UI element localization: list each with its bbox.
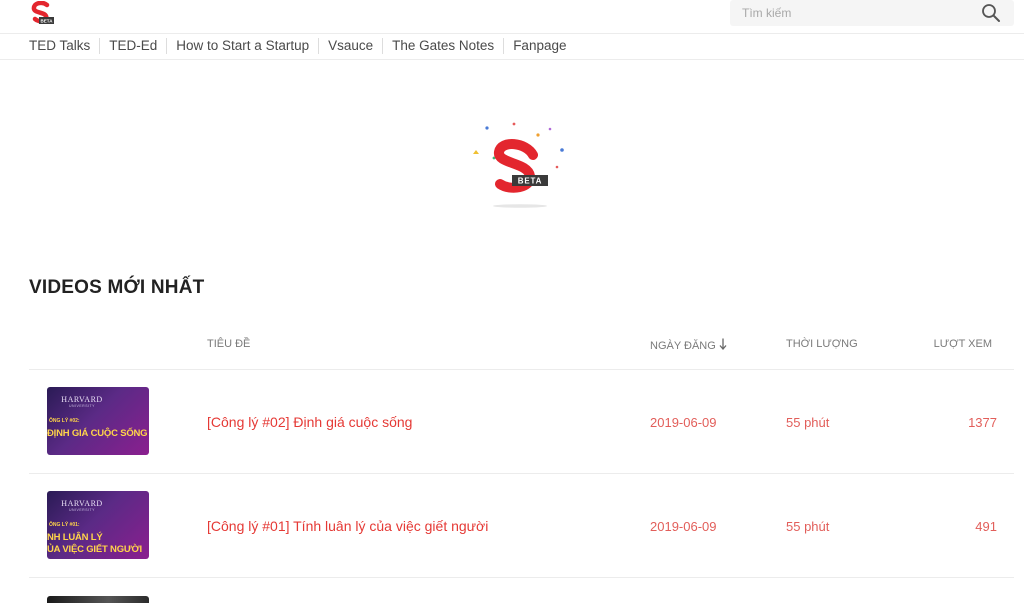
thumb-line2: NH LUÂN LÝ bbox=[47, 532, 103, 543]
logo-badge-text: BETA bbox=[41, 19, 54, 24]
nav-list: TED Talks TED-Ed How to Start a Startup … bbox=[29, 38, 575, 54]
thumb-brand: HARVARD bbox=[61, 499, 103, 508]
video-date: 2019-06-09 bbox=[650, 519, 717, 534]
thumb-line2: ĐỊNH GIÁ CUỘC SỐNG bbox=[47, 428, 148, 439]
section-title: VIDEOS MỚI NHẤT bbox=[29, 277, 205, 298]
video-thumbnail[interactable]: HARVARD UNIVERSITY ÔNG LÝ #01: NH LUÂN L… bbox=[47, 491, 149, 559]
video-thumbnail-partial[interactable] bbox=[47, 596, 149, 603]
column-header-date-label: NGÀY ĐĂNG bbox=[650, 340, 716, 352]
video-date: 2019-06-09 bbox=[650, 415, 717, 430]
hero-badge-text: BETA bbox=[518, 177, 542, 186]
video-duration: 55 phút bbox=[786, 519, 830, 534]
video-views: 1377 bbox=[968, 415, 997, 430]
table-row[interactable]: HARVARD UNIVERSITY ÔNG LÝ #01: NH LUÂN L… bbox=[29, 474, 1014, 578]
nav-item-gates-notes[interactable]: The Gates Notes bbox=[382, 38, 503, 54]
top-header: BETA bbox=[0, 0, 1024, 34]
column-header-title[interactable]: TIÊU ĐỀ bbox=[207, 338, 250, 350]
column-header-duration[interactable]: THỜI LƯỢNG bbox=[786, 338, 858, 350]
search-box bbox=[730, 0, 1014, 26]
nav-item-fanpage[interactable]: Fanpage bbox=[503, 38, 575, 54]
nav-item-ted-ed[interactable]: TED-Ed bbox=[99, 38, 166, 54]
table-header: TIÊU ĐỀ NGÀY ĐĂNG THỜI LƯỢNG LƯỢT XEM bbox=[29, 320, 1014, 370]
sort-down-icon bbox=[719, 338, 727, 350]
thumb-line1: ÔNG LÝ #01: bbox=[49, 522, 80, 528]
nav-item-ted-talks[interactable]: TED Talks bbox=[29, 38, 99, 54]
video-title-link[interactable]: [Công lý #02] Định giá cuộc sống bbox=[207, 414, 412, 430]
search-icon[interactable] bbox=[981, 3, 1001, 23]
video-duration: 55 phút bbox=[786, 415, 830, 430]
video-title-link[interactable]: [Công lý #01] Tính luân lý của việc giết… bbox=[207, 518, 488, 534]
thumb-sub: UNIVERSITY bbox=[68, 508, 95, 512]
site-logo-icon[interactable]: BETA bbox=[29, 1, 55, 25]
nav-item-how-to-start-a-startup[interactable]: How to Start a Startup bbox=[166, 38, 318, 54]
video-thumbnail[interactable]: HARVARD UNIVERSITY ÔNG LÝ #02: ĐỊNH GIÁ … bbox=[47, 387, 149, 455]
video-views: 491 bbox=[975, 519, 997, 534]
nav-item-vsauce[interactable]: Vsauce bbox=[318, 38, 382, 54]
table-row[interactable]: HARVARD UNIVERSITY ÔNG LÝ #02: ĐỊNH GIÁ … bbox=[29, 370, 1014, 474]
column-header-date[interactable]: NGÀY ĐĂNG bbox=[650, 338, 727, 352]
column-header-views[interactable]: LƯỢT XEM bbox=[934, 338, 992, 350]
thumb-sub: UNIVERSITY bbox=[68, 404, 95, 408]
thumb-line1: ÔNG LÝ #02: bbox=[49, 418, 80, 424]
category-nav: TED Talks TED-Ed How to Start a Startup … bbox=[0, 34, 1024, 60]
thumb-line3: ỦA VIỆC GIẾT NGƯỜI bbox=[47, 544, 142, 555]
thumb-brand: HARVARD bbox=[61, 395, 103, 404]
search-input[interactable] bbox=[730, 0, 994, 26]
hero-logo-icon: BETA bbox=[473, 122, 564, 208]
